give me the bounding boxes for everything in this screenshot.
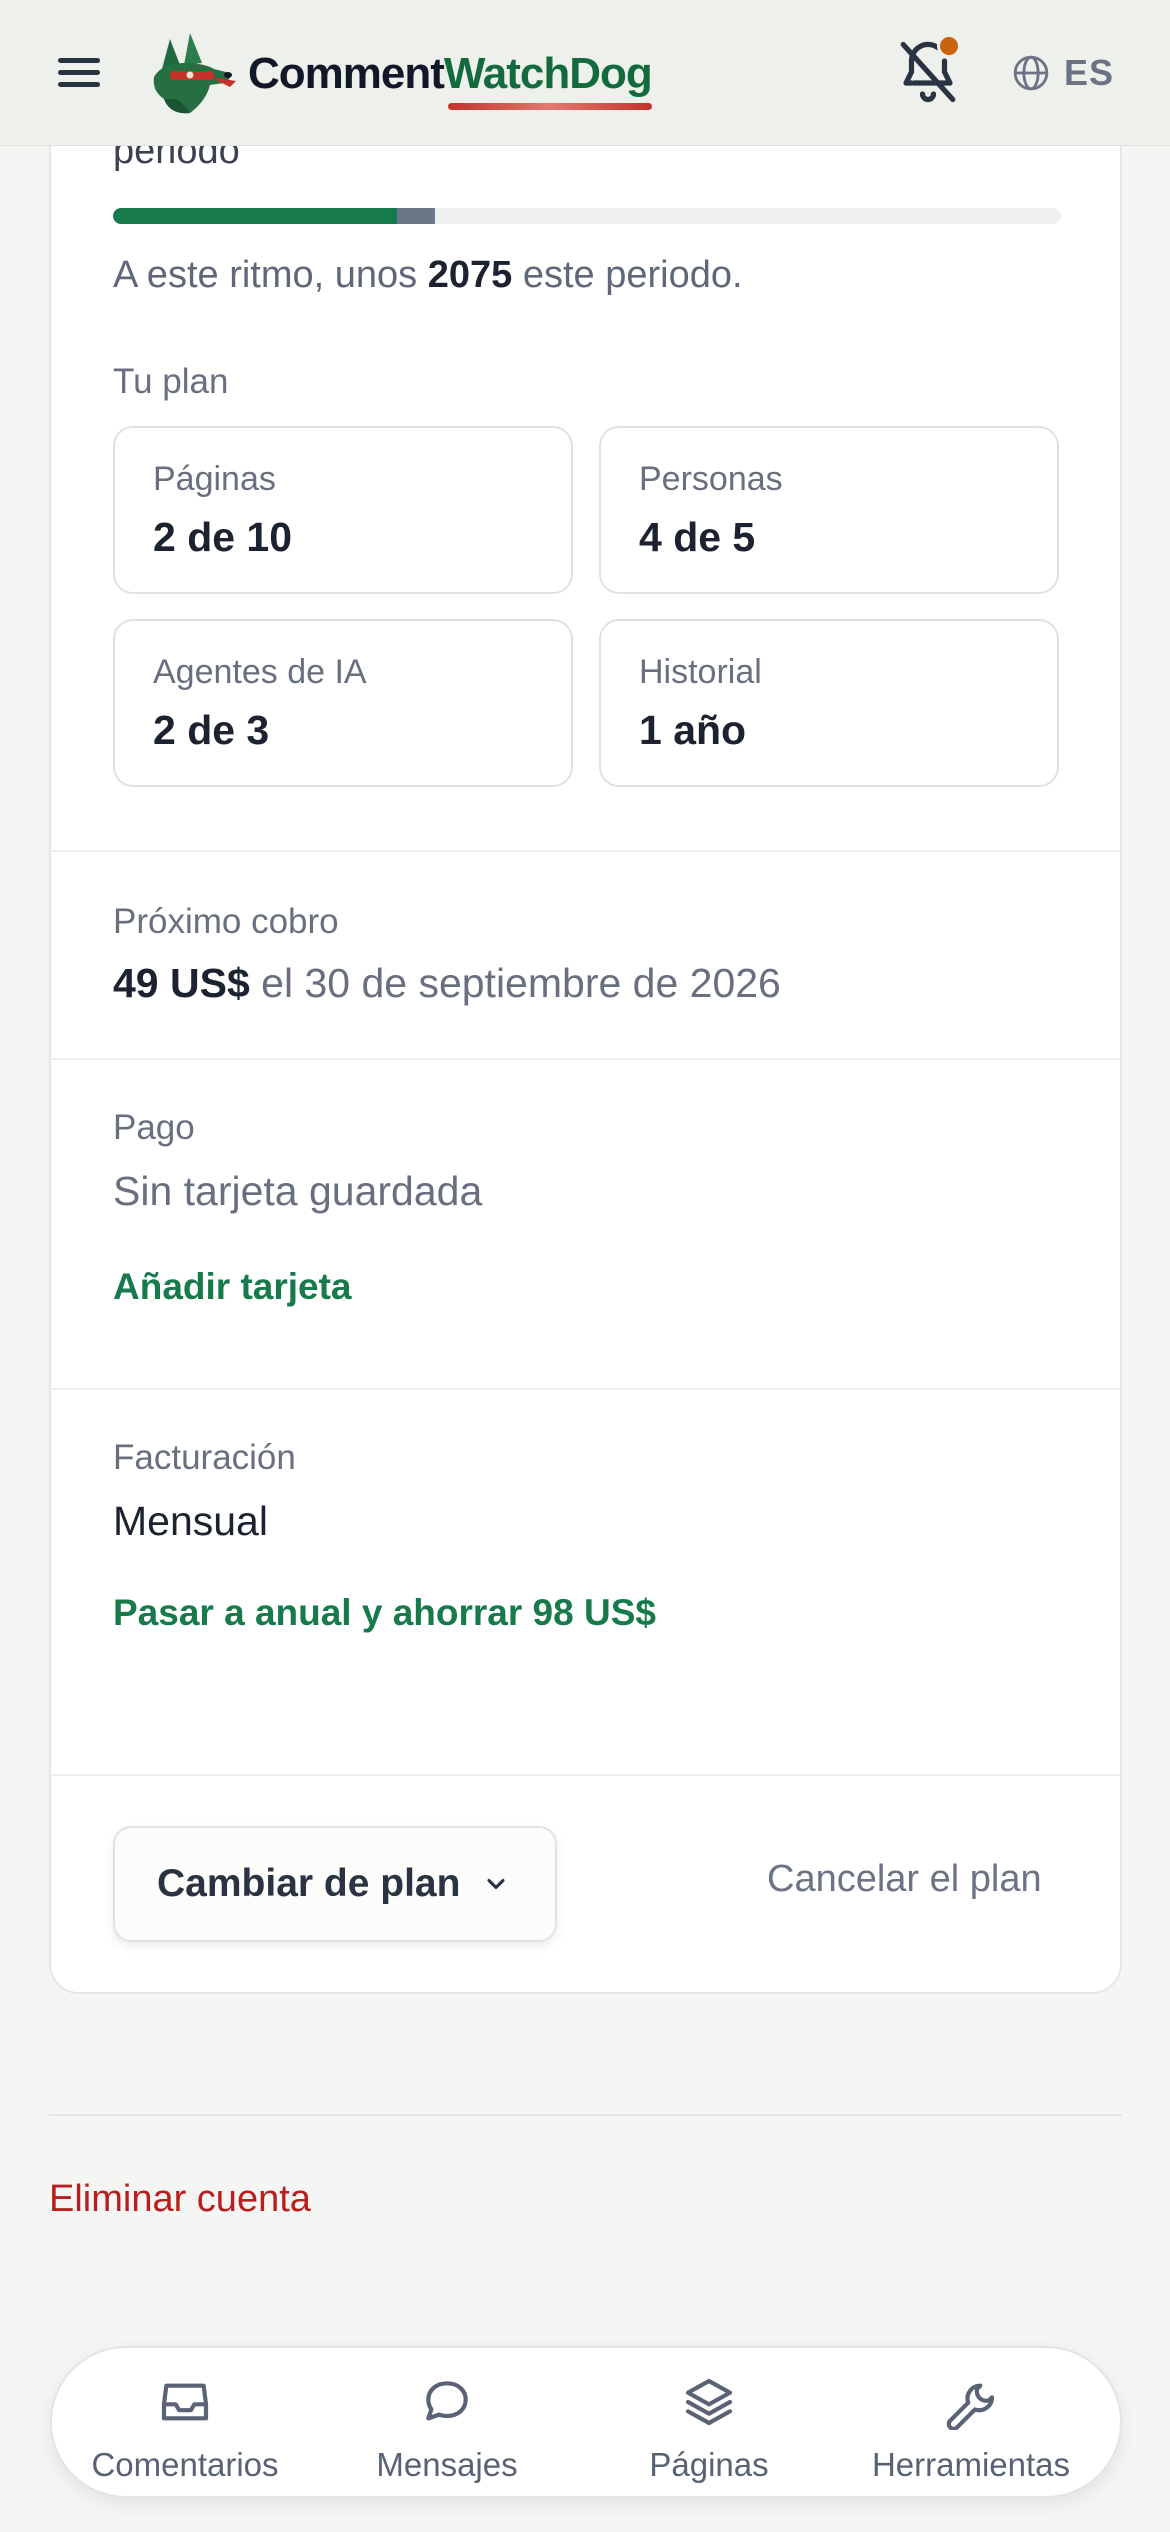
dog-logo-icon (153, 33, 236, 114)
nav-item-pages[interactable]: Páginas (579, 2348, 839, 2496)
delete-account-link[interactable]: Eliminar cuenta (49, 2178, 311, 2221)
next-charge-date: el 30 de septiembre de 2026 (249, 960, 781, 1006)
plan-tile-people: Personas 4 de 5 (599, 426, 1059, 594)
menu-bar (58, 82, 100, 87)
language-switcher[interactable]: ES (1012, 48, 1114, 98)
chevron-down-icon (487, 1878, 505, 1890)
next-charge-amount: 49 US$ (113, 960, 250, 1006)
layers-icon (685, 2378, 733, 2426)
menu-bar (58, 70, 100, 75)
usage-progress-fill (113, 208, 398, 224)
nav-label: Páginas (649, 2446, 769, 2483)
change-plan-button[interactable]: Cambiar de plan (113, 1826, 557, 1942)
brand-name: CommentWatchDog (248, 49, 653, 110)
section-divider (51, 1058, 1120, 1060)
logo[interactable]: CommentWatchDog (140, 28, 653, 120)
nav-label: Comentarios (91, 2446, 279, 2483)
usage-progress-bar (113, 208, 1061, 224)
nav-label: Mensajes (376, 2446, 518, 2483)
wrench-icon (946, 2383, 995, 2430)
nav-label: Herramientas (871, 2446, 1071, 2483)
nav-item-tools[interactable]: Herramientas (841, 2348, 1101, 2496)
pace-prefix: A este ritmo, unos (113, 254, 428, 296)
nav-item-messages[interactable]: Mensajes (317, 2348, 577, 2496)
section-divider (51, 1388, 1120, 1390)
change-plan-label: Cambiar de plan (157, 1862, 461, 1905)
next-charge-label: Próximo cobro (113, 902, 339, 941)
pace-number: 2075 (427, 254, 513, 296)
notification-dot (937, 34, 961, 58)
plan-tile-history: Historial 1 año (599, 619, 1059, 787)
billing-label: Facturación (113, 1438, 296, 1477)
tile-label: Páginas (153, 460, 276, 498)
menu-bar (58, 58, 100, 63)
menu-button[interactable] (50, 50, 110, 96)
billing-card: periodo A este ritmo, unos 2075 este per… (49, 0, 1122, 1994)
tile-value: 2 de 3 (153, 707, 270, 753)
chat-bubble-icon (426, 2381, 468, 2421)
brand-part-2: WatchDog (443, 49, 653, 98)
usage-pace-text: A este ritmo, unos 2075 este periodo. (113, 254, 743, 297)
tile-label: Personas (639, 460, 783, 498)
brand-part-1: Comment (248, 49, 445, 98)
tile-value: 2 de 10 (153, 514, 293, 560)
globe-icon (1013, 55, 1049, 91)
app-header: CommentWatchDog ES (0, 0, 1170, 146)
plan-tile-ai-agents: Agentes de IA 2 de 3 (113, 619, 573, 787)
inbox-icon (161, 2383, 209, 2421)
cancel-plan-link[interactable]: Cancelar el plan (767, 1858, 1042, 1901)
payment-label: Pago (113, 1108, 195, 1147)
bottom-nav: Comentarios Mensajes Páginas Herramienta… (50, 2346, 1122, 2498)
payment-value: Sin tarjeta guardada (113, 1168, 483, 1214)
nav-item-comments[interactable]: Comentarios (55, 2348, 315, 2496)
next-charge-value: 49 US$ el 30 de septiembre de 2026 (113, 960, 781, 1007)
pace-suffix: este periodo. (512, 254, 743, 296)
plan-tile-pages: Páginas 2 de 10 (113, 426, 573, 594)
billing-value: Mensual (113, 1498, 268, 1544)
tile-label: Agentes de IA (153, 653, 367, 691)
plan-label: Tu plan (113, 362, 229, 401)
section-divider (51, 850, 1120, 852)
brand-underline (448, 103, 652, 110)
section-divider (49, 2114, 1122, 2116)
usage-projection-fill (397, 208, 436, 224)
tile-label: Historial (639, 653, 762, 691)
switch-annual-link[interactable]: Pasar a anual y ahorrar 98 US$ (113, 1592, 656, 1634)
tile-value: 4 de 5 (639, 514, 756, 560)
section-divider (51, 1774, 1120, 1776)
tile-value: 1 año (639, 707, 747, 753)
language-code: ES (1064, 52, 1115, 93)
add-card-link[interactable]: Añadir tarjeta (113, 1266, 352, 1308)
